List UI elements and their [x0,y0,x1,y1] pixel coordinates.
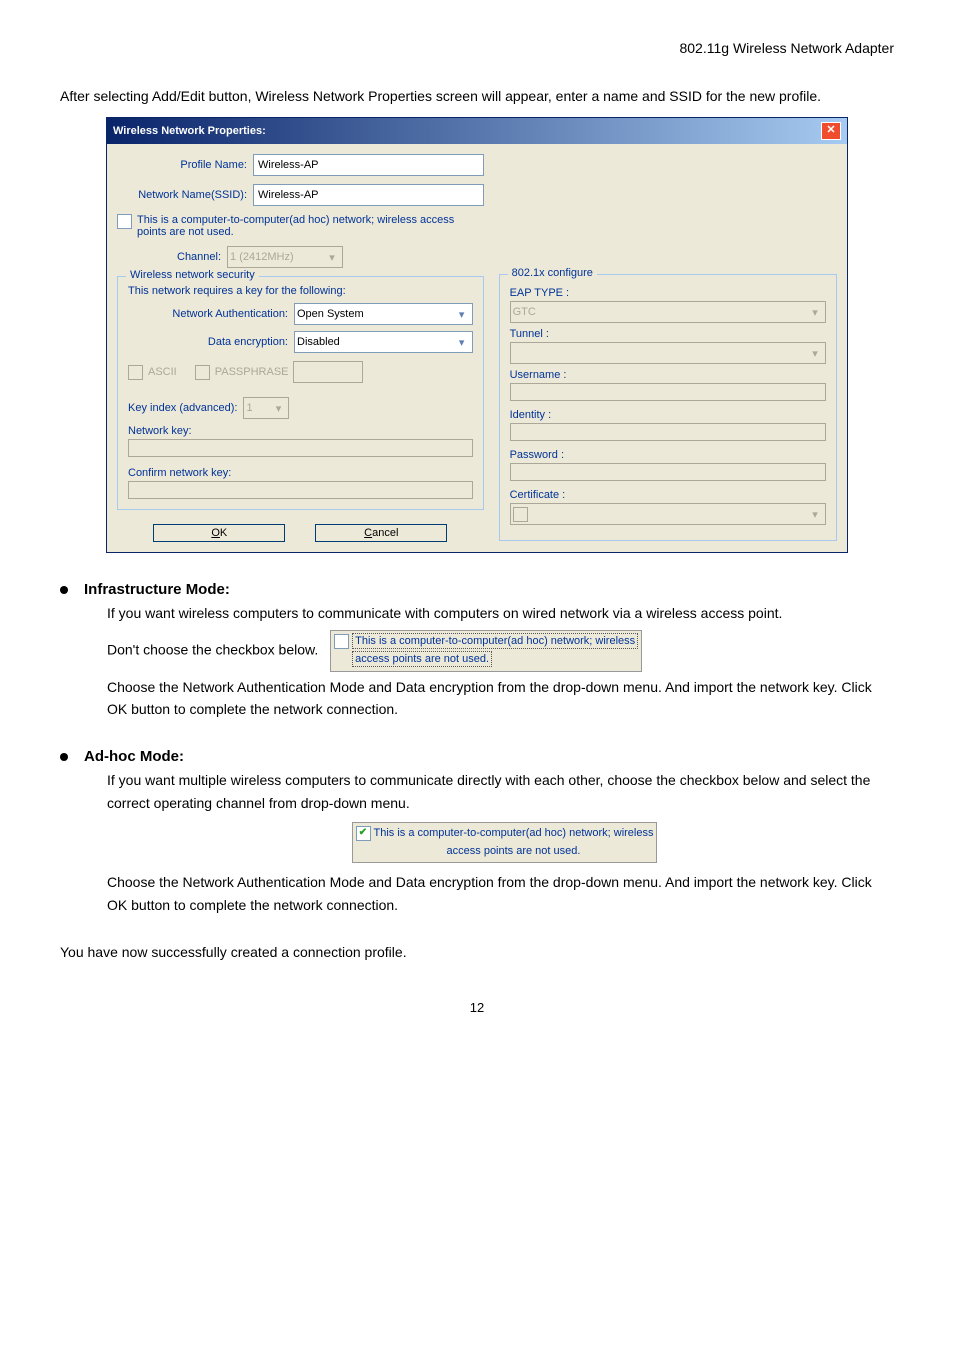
chevron-down-icon: ▾ [454,336,470,349]
infra-title: Infrastructure Mode: [84,581,230,598]
auth-select[interactable]: Open System ▾ [294,303,473,325]
bullet-icon [60,753,68,761]
adhoc-snippet: ✔This is a computer-to-computer(ad hoc) … [352,822,658,863]
infra-p2: Choose the Network Authentication Mode a… [107,676,894,721]
key-index-value: 1 [246,402,252,414]
wireless-security-fieldset: Wireless network security This network r… [117,276,484,510]
cancel-text: ancel [372,527,398,539]
channel-value: 1 (2412MHz) [230,251,294,263]
confirm-key-label: Confirm network key: [128,467,473,479]
page-number: 12 [60,1000,894,1015]
snippet2-line2: access points are not used. [447,845,581,857]
passphrase-checkbox [195,365,210,380]
password-input [510,463,826,481]
eap-select: GTC ▾ [510,301,826,323]
snippet2-line1: This is a computer-to-computer(ad hoc) n… [374,827,654,839]
infra-heading: Infrastructure Mode: [60,581,894,598]
snippet-line2: access points are not used. [352,651,492,667]
ok-button[interactable]: OK [153,524,285,542]
ok-text: K [220,527,227,539]
eap-value: GTC [513,306,536,318]
adhoc-heading: Ad-hoc Mode: [60,748,894,765]
certificate-checkbox [513,507,528,522]
snippet-checkbox-checked: ✔ [356,826,371,841]
channel-label: Channel: [177,251,227,263]
profile-name-label: Profile Name: [117,159,253,171]
dialog-title-text: Wireless Network Properties: [113,125,266,137]
ascii-checkbox [128,365,143,380]
key-index-label: Key index (advanced): [128,402,237,414]
8021x-legend: 802.1x configure [508,267,597,279]
dialog-titlebar: Wireless Network Properties: ✕ [107,118,847,144]
snippet-line1: This is a computer-to-computer(ad hoc) n… [355,635,635,647]
adhoc-checkbox[interactable] [117,214,132,229]
chevron-down-icon: ▾ [807,508,823,521]
cancel-button[interactable]: Cancel [315,524,447,542]
bullet-icon [60,586,68,594]
chevron-down-icon: ▾ [807,306,823,319]
network-key-input [128,439,473,457]
username-input [510,383,826,401]
close-icon[interactable]: ✕ [821,122,841,140]
ssid-label: Network Name(SSID): [117,189,253,201]
infra-snippet: This is a computer-to-computer(ad hoc) n… [330,630,642,671]
eap-type-label: EAP TYPE : [510,287,826,299]
snippet-checkbox-unchecked [334,634,349,649]
ascii-label: ASCII [148,366,177,378]
enc-select[interactable]: Disabled ▾ [294,331,473,353]
adhoc-checkbox-label: This is a computer-to-computer(ad hoc) n… [137,214,484,238]
network-key-label: Network key: [128,425,473,437]
adhoc-title: Ad-hoc Mode: [84,748,184,765]
passphrase-input [293,361,363,383]
tunnel-label: Tunnel : [510,328,826,340]
auth-value: Open System [297,308,364,320]
chevron-down-icon: ▾ [324,251,340,264]
certificate-select: ▾ [510,503,826,525]
auth-label: Network Authentication: [128,308,294,320]
adhoc-p2: Choose the Network Authentication Mode a… [107,871,894,916]
chevron-down-icon: ▾ [807,347,823,360]
adhoc-p1: If you want multiple wireless computers … [107,769,894,814]
infra-dont-choose: Don't choose the checkbox below. [107,642,318,658]
password-label: Password : [510,449,826,461]
profile-name-input[interactable] [253,154,484,176]
chevron-down-icon: ▾ [270,402,286,415]
username-label: Username : [510,369,826,381]
enc-value: Disabled [297,336,340,348]
chevron-down-icon: ▾ [454,308,470,321]
wns-heading: This network requires a key for the foll… [128,285,473,297]
channel-select: 1 (2412MHz) ▾ [227,246,343,268]
key-index-select: 1 ▾ [243,397,289,419]
enc-label: Data encryption: [128,336,294,348]
8021x-fieldset: 802.1x configure EAP TYPE : GTC ▾ Tunnel… [499,274,837,541]
passphrase-label: PASSPHRASE [215,366,289,378]
page-header: 802.11g Wireless Network Adapter [60,40,894,56]
identity-label: Identity : [510,409,826,421]
infra-p1: If you want wireless computers to commun… [107,602,894,624]
final-paragraph: You have now successfully created a conn… [60,944,894,960]
identity-input [510,423,826,441]
confirm-key-input [128,481,473,499]
wireless-properties-dialog: Wireless Network Properties: ✕ Profile N… [106,117,848,553]
certificate-label: Certificate : [510,489,826,501]
ssid-input[interactable] [253,184,484,206]
intro-paragraph: After selecting Add/Edit button, Wireles… [60,86,894,107]
tunnel-select: ▾ [510,342,826,364]
wns-legend: Wireless network security [126,269,259,281]
